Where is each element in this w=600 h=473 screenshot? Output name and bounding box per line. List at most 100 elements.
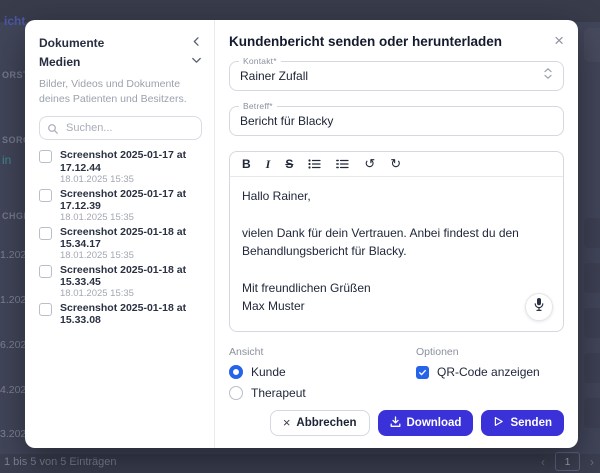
item-title: Screenshot 2025-01-18 at 15.33.45 [60, 264, 202, 289]
media-list-item[interactable]: Screenshot 2025-01-18 at 15.33.08 [39, 302, 202, 327]
media-list-item[interactable]: Screenshot 2025-01-18 at 15.34.17 18.01.… [39, 226, 202, 262]
subject-label: Betreff* [239, 101, 277, 111]
editor-paragraph: Hallo Rainer, [242, 187, 551, 206]
media-list: Screenshot 2025-01-17 at 17.12.44 18.01.… [39, 149, 202, 436]
sidebar-section-medien[interactable]: Medien [39, 53, 202, 70]
dialog-content: Kundenbericht senden oder herunterladen … [215, 20, 578, 448]
download-button[interactable]: Download [378, 410, 474, 436]
contact-label: Kontakt* [239, 56, 281, 66]
item-title: Screenshot 2025-01-17 at 17.12.39 [60, 188, 202, 213]
background-row-hint [584, 398, 600, 428]
item-title: Screenshot 2025-01-18 at 15.34.17 [60, 226, 202, 251]
dialog-title: Kundenbericht senden oder herunterladen [229, 34, 502, 49]
background-row-hint [584, 263, 600, 293]
background-top-bar [0, 0, 600, 22]
item-checkbox[interactable] [39, 189, 52, 202]
item-date: 18.01.2025 15:35 [60, 175, 202, 186]
checkbox-checked-icon[interactable] [416, 366, 429, 379]
chevron-down-icon [191, 53, 202, 71]
dialog-footer: × Abbrechen Download Senden [229, 410, 564, 436]
chevron-left-icon [191, 34, 202, 52]
download-icon [390, 416, 401, 431]
microphone-icon [533, 297, 545, 317]
section-label: Medien [39, 55, 80, 69]
background-date-fragment: 4.202 [0, 384, 26, 396]
ordered-list-icon[interactable] [336, 158, 349, 170]
search-box [39, 116, 202, 140]
editor-paragraph [242, 206, 551, 224]
background-row-hint [584, 353, 600, 383]
radio-unselected-icon[interactable] [229, 386, 243, 400]
search-icon [47, 122, 59, 140]
item-date: 18.01.2025 15:35 [60, 289, 202, 300]
options-group-label: Optionen [416, 346, 540, 358]
bold-button[interactable]: B [242, 157, 251, 171]
radio-label: Kunde [251, 365, 286, 379]
contact-value[interactable] [240, 69, 537, 83]
controls-row: Ansicht Kunde Therapeut Optionen [229, 346, 564, 400]
subject-field[interactable]: Betreff* [229, 106, 564, 136]
background-date-fragment: 1.202 [0, 294, 26, 306]
background-date-fragment: 6.202 [0, 339, 26, 351]
strikethrough-button[interactable]: S [285, 157, 293, 171]
sidebar-section-dokumente[interactable]: Dokumente [39, 34, 202, 51]
editor-paragraph: Mit freundlichen Grüßen [242, 279, 551, 298]
select-caret-icon[interactable] [543, 67, 553, 85]
cancel-button[interactable]: × Abbrechen [270, 410, 370, 436]
app-background: icht ORSTE SORG in CHGE 1.202 1.202 6.20… [0, 0, 600, 473]
background-card-hint [584, 28, 600, 62]
editor-paragraph: Max Muster [242, 297, 551, 316]
background-tab-fragment: icht [4, 14, 25, 28]
editor-content[interactable]: Hallo Rainer, vielen Dank für dein Vertr… [230, 177, 563, 331]
send-report-dialog: Dokumente Medien Bilder, Videos und Doku… [25, 20, 578, 448]
contact-select[interactable]: Kontakt* [229, 61, 564, 91]
radio-selected-icon[interactable] [229, 365, 243, 379]
background-row-hint [584, 218, 600, 248]
checkbox-label: QR-Code anzeigen [437, 365, 540, 379]
media-list-item[interactable]: Screenshot 2025-01-18 at 15.33.45 18.01.… [39, 264, 202, 300]
bullet-list-icon[interactable] [308, 158, 321, 170]
media-sidebar: Dokumente Medien Bilder, Videos und Doku… [25, 20, 215, 448]
send-icon [493, 416, 504, 430]
media-list-item[interactable]: Screenshot 2025-01-17 at 17.12.39 18.01.… [39, 188, 202, 224]
undo-icon[interactable]: ↺ [364, 157, 375, 171]
section-label: Dokumente [39, 36, 104, 50]
item-checkbox[interactable] [39, 303, 52, 316]
background-date-fragment: 3.202 [0, 428, 26, 440]
search-input[interactable] [39, 116, 202, 140]
subject-value[interactable] [240, 114, 553, 128]
background-row-hint [584, 308, 600, 338]
item-checkbox[interactable] [39, 227, 52, 240]
item-checkbox[interactable] [39, 150, 52, 163]
pagination: ‹ 1 › [541, 452, 594, 471]
radio-label: Therapeut [251, 386, 306, 400]
item-date: 18.01.2025 15:35 [60, 213, 202, 224]
dictation-button[interactable] [525, 293, 553, 321]
item-checkbox[interactable] [39, 265, 52, 278]
qr-code-checkbox-row[interactable]: QR-Code anzeigen [416, 365, 540, 379]
radio-therapeut[interactable]: Therapeut [229, 386, 416, 400]
item-title: Screenshot 2025-01-17 at 17.12.44 [60, 149, 202, 174]
pagination-prev-icon: ‹ [541, 455, 545, 469]
message-editor: B I S ↺ ↻ Hallo Rainer, vielen Dank für … [229, 151, 564, 332]
download-label: Download [407, 417, 462, 429]
send-button[interactable]: Senden [481, 410, 564, 436]
sidebar-description: Bilder, Videos und Dokumente deines Pati… [39, 77, 202, 107]
editor-paragraph [242, 261, 551, 279]
cancel-label: Abbrechen [296, 417, 356, 429]
background-link-fragment: in [2, 153, 11, 167]
editor-toolbar: B I S ↺ ↻ [230, 152, 563, 177]
item-title: Screenshot 2025-01-18 at 15.33.08 [60, 302, 202, 327]
view-group: Ansicht Kunde Therapeut [229, 346, 416, 400]
background-date-fragment: 1.202 [0, 249, 26, 261]
italic-button[interactable]: I [266, 157, 271, 171]
close-icon[interactable]: × [554, 34, 564, 48]
editor-paragraph: vielen Dank für dein Vertrauen. Anbei fi… [242, 224, 551, 261]
radio-kunde[interactable]: Kunde [229, 365, 416, 379]
entries-summary: 1 bis 5 von 5 Einträgen [4, 456, 117, 468]
redo-icon[interactable]: ↻ [390, 157, 401, 171]
pagination-page-number: 1 [555, 452, 580, 471]
options-group: Optionen QR-Code anzeigen [416, 346, 540, 400]
send-label: Senden [510, 417, 552, 429]
media-list-item[interactable]: Screenshot 2025-01-17 at 17.12.44 18.01.… [39, 149, 202, 185]
